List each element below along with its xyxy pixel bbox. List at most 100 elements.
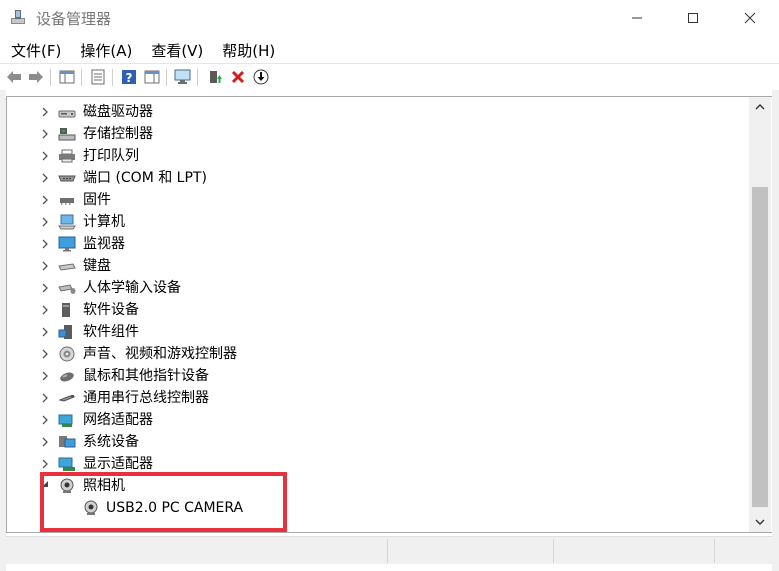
display-adapter-icon [58, 457, 75, 471]
vertical-scrollbar[interactable] [749, 97, 771, 532]
printer-icon [59, 149, 75, 163]
svg-text:?: ? [126, 71, 133, 85]
mouse-icon [60, 372, 74, 382]
tree-item-computer[interactable]: 计算机 [7, 211, 747, 233]
tree-item-label: 计算机 [83, 214, 125, 230]
chevron-down-icon [755, 519, 765, 525]
tree-item-monitors[interactable]: 监视器 [7, 233, 747, 255]
chevron-right-icon[interactable] [40, 282, 50, 294]
help-button[interactable]: ? [120, 68, 138, 86]
tree-item-label: 监视器 [83, 236, 125, 252]
storage-controller-icon [58, 128, 76, 141]
minimize-icon [632, 17, 642, 19]
computer-icon [58, 214, 76, 230]
scroll-thumb[interactable] [752, 187, 768, 507]
chevron-up-icon [755, 104, 765, 110]
device-manager-window: 设备管理器 文件(F) 操作(A) 查看(V) 帮助(H) ? 磁盘驱动器 存储… [0, 0, 779, 571]
tree-item-label: 声音、视频和游戏控制器 [83, 346, 237, 362]
chevron-right-icon[interactable] [40, 458, 50, 470]
close-icon [744, 12, 756, 24]
device-tree[interactable]: 磁盘驱动器 存储控制器 打印队列 端口 (COM 和 LPT) 固件 计算机 监… [6, 96, 772, 533]
tree-item-keyboards[interactable]: 键盘 [7, 255, 747, 277]
software-component-icon [58, 325, 72, 339]
tree-item-label: 通用串行总线控制器 [83, 390, 209, 406]
download-circle-icon [253, 69, 269, 85]
menu-bar: 文件(F) 操作(A) 查看(V) 帮助(H) [0, 38, 779, 62]
network-adapter-icon [58, 414, 73, 427]
scroll-down-button[interactable] [749, 512, 771, 532]
tree-item-software-devices[interactable]: 软件设备 [7, 299, 747, 321]
tree-item-label: 软件组件 [83, 324, 139, 340]
window-title: 设备管理器 [36, 10, 112, 28]
chevron-right-icon[interactable] [40, 150, 50, 162]
scan-hardware-button[interactable] [174, 68, 192, 86]
close-button[interactable] [721, 0, 779, 36]
tree-item-disk-drives[interactable]: 磁盘驱动器 [7, 101, 747, 123]
tree-item-sound-video-game[interactable]: 声音、视频和游戏控制器 [7, 343, 747, 365]
delete-x-icon [231, 70, 245, 84]
maximize-icon [688, 13, 698, 23]
chevron-right-icon[interactable] [40, 172, 50, 184]
tree-item-usb-controllers[interactable]: 通用串行总线控制器 [7, 387, 747, 409]
menu-action[interactable]: 操作(A) [69, 38, 140, 62]
status-bar [6, 536, 772, 564]
maximize-button[interactable] [664, 0, 722, 36]
chevron-right-icon[interactable] [40, 238, 50, 250]
tree-item-label: 显示适配器 [83, 456, 153, 472]
chevron-right-icon[interactable] [40, 326, 50, 338]
chevron-right-icon[interactable] [40, 436, 50, 448]
device-manager-icon [11, 10, 25, 24]
enable-device-button[interactable] [252, 68, 270, 86]
tree-item-system-devices[interactable]: 系统设备 [7, 431, 747, 453]
tree-item-print-queues[interactable]: 打印队列 [7, 145, 747, 167]
status-bar-divider [387, 539, 388, 563]
usb-icon [58, 395, 76, 402]
help-icon: ? [122, 70, 136, 85]
console-tree-icon [59, 70, 75, 84]
chevron-right-icon[interactable] [40, 392, 50, 404]
chevron-right-icon[interactable] [40, 348, 50, 360]
tree-item-network-adapters[interactable]: 网络适配器 [7, 409, 747, 431]
tree-item-mice[interactable]: 鼠标和其他指针设备 [7, 365, 747, 387]
chevron-right-icon[interactable] [40, 106, 50, 118]
show-hide-console-tree-button[interactable] [58, 68, 76, 86]
scroll-up-button[interactable] [749, 97, 771, 117]
menu-help[interactable]: 帮助(H) [211, 38, 283, 62]
minimize-button[interactable] [608, 0, 666, 36]
chevron-right-icon[interactable] [40, 194, 50, 206]
menu-file[interactable]: 文件(F) [0, 38, 69, 62]
tree-item-label: 软件设备 [83, 302, 139, 318]
sound-icon [59, 346, 75, 362]
monitor-icon [58, 236, 76, 252]
uninstall-button[interactable] [229, 68, 247, 86]
forward-button[interactable] [27, 68, 45, 86]
update-driver-icon [210, 71, 222, 83]
toolbar: ? [0, 63, 779, 90]
chevron-right-icon[interactable] [40, 260, 50, 272]
title-bar: 设备管理器 [0, 0, 779, 36]
right-border [772, 90, 779, 571]
toolbar-separator [112, 69, 113, 86]
toolbar-separator [81, 69, 82, 86]
properties-button[interactable] [89, 68, 107, 86]
chevron-right-icon[interactable] [40, 370, 50, 382]
hid-icon [58, 284, 76, 294]
tree-item-label: 鼠标和其他指针设备 [83, 368, 209, 384]
menu-view[interactable]: 查看(V) [140, 38, 211, 62]
tree-item-label: 磁盘驱动器 [83, 104, 153, 120]
tree-item-hid[interactable]: 人体学输入设备 [7, 277, 747, 299]
chevron-right-icon[interactable] [40, 414, 50, 426]
chevron-right-icon[interactable] [40, 304, 50, 316]
toolbar-separator [166, 69, 167, 86]
chevron-right-icon[interactable] [40, 216, 50, 228]
tree-item-firmware[interactable]: 固件 [7, 189, 747, 211]
chevron-right-icon[interactable] [40, 128, 50, 140]
tree-item-software-components[interactable]: 软件组件 [7, 321, 747, 343]
back-button[interactable] [5, 68, 23, 86]
tree-item-ports[interactable]: 端口 (COM 和 LPT) [7, 167, 747, 189]
properties-icon [91, 69, 105, 85]
update-driver-button[interactable] [206, 68, 224, 86]
tree-item-storage-controllers[interactable]: 存储控制器 [7, 123, 747, 145]
keyboard-icon [58, 263, 76, 271]
action-pane-button[interactable] [143, 68, 161, 86]
